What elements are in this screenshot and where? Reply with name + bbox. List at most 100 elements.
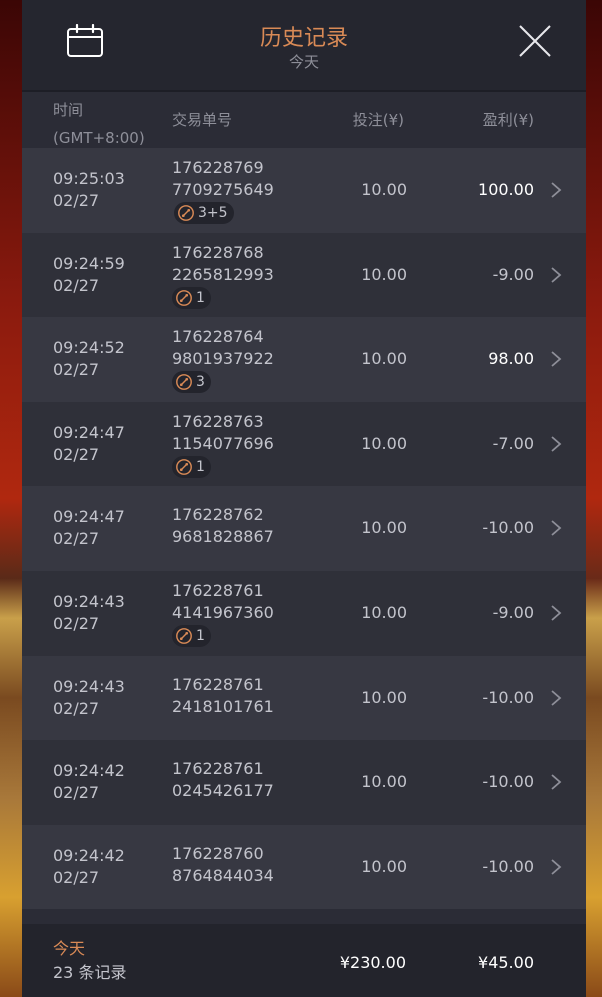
chevron-right-icon[interactable] <box>550 604 562 622</box>
row-time: 09:24:42 02/27 <box>53 760 125 804</box>
row-time-value: 09:24:43 <box>53 676 125 696</box>
panel-header: 历史记录 今天 <box>22 0 586 92</box>
row-bet: 10.00 <box>361 602 407 622</box>
row-transaction-id-line1: 176228763 <box>172 411 264 431</box>
row-date-value: 02/27 <box>53 191 100 210</box>
free-spin-count: 3 <box>196 374 205 391</box>
row-date-value: 02/27 <box>53 275 100 295</box>
row-transaction-id: 176228762 9681828867 <box>172 504 274 548</box>
row-transaction-id-line2: 2418101761 <box>172 696 274 716</box>
close-icon[interactable] <box>518 24 552 58</box>
free-spin-count: 1 <box>196 289 205 306</box>
history-row[interactable]: 09:24:59 02/27 176228768 2265812993 1 10… <box>22 232 586 318</box>
row-time-value: 09:24:52 <box>53 338 125 358</box>
row-time-value: 09:24:43 <box>53 591 125 611</box>
row-profit: -10.00 <box>482 772 534 792</box>
row-profit: 98.00 <box>488 349 534 369</box>
row-date-value: 02/27 <box>53 783 100 803</box>
chevron-right-icon[interactable] <box>550 181 562 199</box>
chevron-right-icon[interactable] <box>550 858 562 876</box>
row-time: 09:24:52 02/27 <box>53 337 125 381</box>
chevron-right-icon[interactable] <box>550 689 562 707</box>
history-row[interactable]: 09:24:47 02/27 176228762 9681828867 10.0… <box>22 486 586 571</box>
row-bet: 10.00 <box>361 772 407 792</box>
row-transaction-id-line1: 176228768 <box>172 242 264 262</box>
row-badges: 3 <box>172 370 211 394</box>
free-spin-badge: 1 <box>172 455 211 478</box>
row-date-value: 02/27 <box>53 529 100 549</box>
total-profit: ¥45.00 <box>478 953 534 972</box>
row-bet: 10.00 <box>361 433 407 453</box>
free-spin-icon <box>176 374 192 391</box>
chevron-right-icon[interactable] <box>550 773 562 791</box>
total-bet: ¥230.00 <box>339 953 406 972</box>
profit-column-header: 盈利(¥) <box>482 111 534 129</box>
row-transaction-id-line2: 1154077696 <box>172 433 274 453</box>
row-transaction-id: 176228769 7709275649 <box>172 157 274 201</box>
row-transaction-id-line2: 4141967360 <box>172 602 274 622</box>
row-transaction-id-line1: 176228761 <box>172 759 264 779</box>
row-time: 09:24:43 02/27 <box>53 591 125 635</box>
history-row[interactable]: 09:24:52 02/27 176228764 9801937922 3 10… <box>22 317 586 402</box>
row-transaction-id: 176228760 8764844034 <box>172 843 274 887</box>
row-transaction-id-line2: 2265812993 <box>172 264 274 284</box>
row-bet: 10.00 <box>361 264 407 284</box>
row-profit: 100.00 <box>478 180 534 199</box>
history-row[interactable]: 09:24:43 02/27 176228761 4141967360 1 10… <box>22 570 586 656</box>
row-transaction-id-line2: 9681828867 <box>172 527 274 547</box>
row-transaction-id: 176228761 0245426177 <box>172 758 274 802</box>
free-spin-icon <box>176 289 192 306</box>
free-spin-count: 1 <box>196 458 205 475</box>
chevron-right-icon[interactable] <box>550 266 562 284</box>
history-row[interactable]: 09:24:42 02/27 176228761 0245426177 10.0… <box>22 740 586 825</box>
row-transaction-id-line1: 176228764 <box>172 327 264 347</box>
time-column-header: 时间 (GMT+8:00) <box>53 96 145 152</box>
row-time: 09:24:47 02/27 <box>53 506 125 550</box>
free-spin-count: 1 <box>196 627 205 644</box>
row-transaction-id-line1: 176228761 <box>172 580 264 600</box>
free-spin-badge: 1 <box>172 286 211 309</box>
row-time-value: 09:24:47 <box>53 422 125 442</box>
row-transaction-id-line2: 8764844034 <box>172 865 274 885</box>
row-transaction-id: 176228761 4141967360 <box>172 580 274 624</box>
row-date-value: 02/27 <box>53 360 100 380</box>
row-date-value: 02/27 <box>53 867 100 887</box>
chevron-right-icon[interactable] <box>550 435 562 453</box>
time-column-label: 时间 <box>53 101 84 119</box>
history-panel: 历史记录 今天 时间 (GMT+8:00) 交易单号 投注(¥) 盈利(¥) 0… <box>22 0 586 997</box>
row-date-value: 02/27 <box>53 444 100 464</box>
summary-footer: 今天 23 条记录 ¥230.00 ¥45.00 <box>22 924 586 997</box>
bet-column-header: 投注(¥) <box>352 111 404 129</box>
row-time: 09:24:59 02/27 <box>53 253 125 297</box>
free-spin-icon <box>178 205 194 221</box>
row-date-value: 02/27 <box>53 613 100 633</box>
row-badges: 1 <box>172 286 211 310</box>
row-bet: 10.00 <box>361 180 407 199</box>
row-time-value: 09:24:42 <box>53 761 125 781</box>
history-row[interactable]: 09:24:42 02/27 176228760 8764844034 10.0… <box>22 824 586 910</box>
history-row[interactable]: 09:25:03 02/27 176228769 7709275649 3+5 … <box>22 148 586 233</box>
history-list: 09:25:03 02/27 176228769 7709275649 3+5 … <box>22 148 586 910</box>
row-time-value: 09:24:47 <box>53 507 125 527</box>
free-spin-badge: 1 <box>172 624 211 647</box>
free-spin-count: 3+5 <box>198 205 228 221</box>
row-transaction-id-line2: 9801937922 <box>172 349 274 369</box>
history-row[interactable]: 09:24:47 02/27 176228763 1154077696 1 10… <box>22 401 586 487</box>
row-badges: 1 <box>172 624 211 648</box>
row-time: 09:25:03 02/27 <box>53 168 125 212</box>
row-transaction-id: 176228768 2265812993 <box>172 242 274 286</box>
row-time: 09:24:47 02/27 <box>53 422 125 466</box>
row-transaction-id-line1: 176228760 <box>172 843 264 863</box>
row-profit: -10.00 <box>482 518 534 538</box>
row-transaction-id-line2: 0245426177 <box>172 781 274 801</box>
page-title: 历史记录 <box>259 26 348 51</box>
chevron-right-icon[interactable] <box>550 350 562 368</box>
background-left <box>0 0 22 997</box>
row-time: 09:24:42 02/27 <box>53 845 125 889</box>
row-transaction-id-line1: 176228769 <box>172 158 264 177</box>
chevron-right-icon[interactable] <box>550 519 562 537</box>
id-column-header: 交易单号 <box>172 111 233 129</box>
record-count: 23 条记录 <box>53 963 127 982</box>
history-row[interactable]: 09:24:43 02/27 176228761 2418101761 10.0… <box>22 655 586 741</box>
row-bet: 10.00 <box>361 349 407 369</box>
